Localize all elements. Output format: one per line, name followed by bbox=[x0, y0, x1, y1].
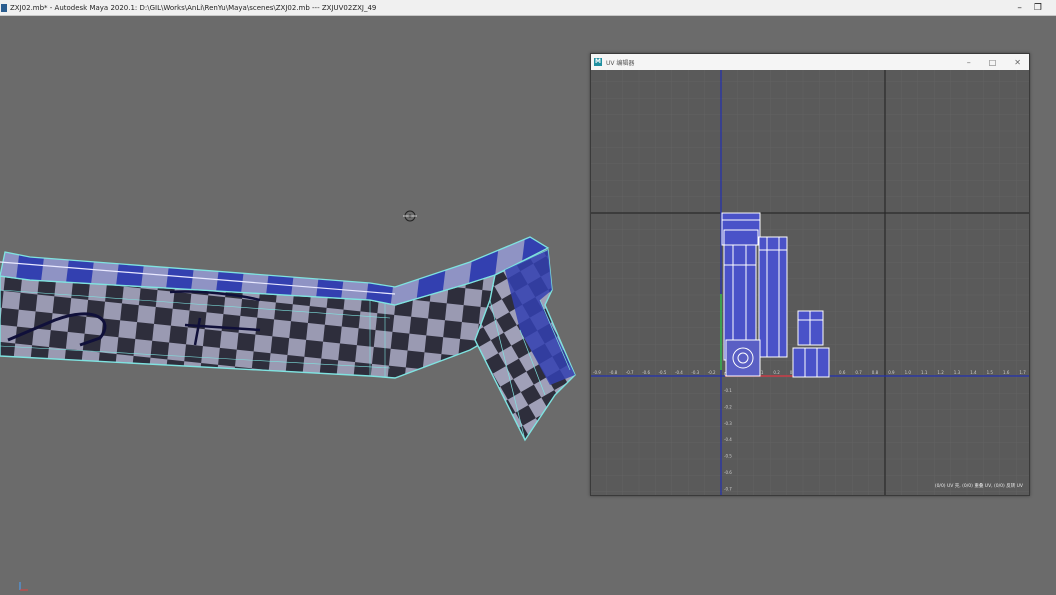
uv-horizontal-tick-label: -0.4 bbox=[675, 370, 683, 375]
maya-logo-icon: M bbox=[594, 58, 602, 66]
window-controls: – ❐ bbox=[1017, 0, 1042, 16]
uv-horizontal-tick-label: -0.8 bbox=[609, 370, 617, 375]
uv-horizontal-tick-label: 1.7 bbox=[1019, 370, 1026, 375]
uv-horizontal-tick-label: 0.2 bbox=[773, 370, 780, 375]
maya-app-icon bbox=[1, 3, 7, 12]
uv-horizontal-tick-label: 1.0 bbox=[905, 370, 912, 375]
uv-horizontal-tick-label: 1.3 bbox=[954, 370, 961, 375]
uv-horizontal-tick-label: -0.2 bbox=[708, 370, 716, 375]
camera-pivot-icon[interactable] bbox=[403, 210, 417, 222]
uv-horizontal-tick-label: -0.5 bbox=[659, 370, 667, 375]
uv-horizontal-tick-label: 0.7 bbox=[855, 370, 862, 375]
uv-vertical-tick-label: -0.3 bbox=[724, 421, 732, 426]
uv-status-text: (0/0) UV 壳, (0/0) 重叠 UV, (0/0) 反转 UV bbox=[934, 484, 1023, 489]
uv-editor-title: UV 编辑器 bbox=[606, 59, 635, 67]
uv-horizontal-tick-label: 1.5 bbox=[987, 370, 994, 375]
uv-horizontal-tick-label: 0.9 bbox=[888, 370, 895, 375]
uv-vertical-tick-label: -0.7 bbox=[724, 486, 732, 491]
uv-vertical-tick-label: -0.1 bbox=[724, 388, 732, 393]
uv-editor-controls: – □ ✕ bbox=[967, 54, 1021, 70]
uv-close-button[interactable]: ✕ bbox=[1014, 58, 1021, 67]
uv-vertical-tick-label: -0.5 bbox=[724, 454, 732, 459]
uv-horizontal-tick-label: -0.7 bbox=[626, 370, 634, 375]
window-title: ZXJ02.mb* - Autodesk Maya 2020.1: D:\GIL… bbox=[10, 3, 377, 12]
uv-horizontal-tick-label: 0.6 bbox=[839, 370, 846, 375]
view-axis-icon bbox=[19, 582, 28, 591]
uv-horizontal-tick-label: 1.1 bbox=[921, 370, 928, 375]
uv-canvas[interactable]: 0.90.80.70.60.50.40.30.20.10.0-0.1-0.2-0… bbox=[591, 70, 1029, 495]
uv-horizontal-tick-label: 1.4 bbox=[970, 370, 977, 375]
uv-editor-titlebar[interactable]: M UV 编辑器 – □ ✕ bbox=[591, 54, 1029, 71]
restore-button[interactable]: ❐ bbox=[1034, 3, 1042, 13]
uv-horizontal-tick-label: -0.3 bbox=[691, 370, 699, 375]
uv-vertical-tick-label: -0.6 bbox=[724, 470, 732, 475]
uv-horizontal-tick-label: -0.9 bbox=[593, 370, 601, 375]
uv-vertical-tick-label: -0.2 bbox=[724, 404, 732, 409]
uv-horizontal-tick-label: 1.2 bbox=[937, 370, 944, 375]
uv-horizontal-tick-label: 0.8 bbox=[872, 370, 879, 375]
uv-vertical-tick-label: -0.4 bbox=[724, 437, 732, 442]
uv-editor-window[interactable]: M UV 编辑器 – □ ✕ 0.90.80.70.60.50.40.30.20… bbox=[590, 53, 1030, 496]
uv-horizontal-tick-label: -0.6 bbox=[642, 370, 650, 375]
minimize-button[interactable]: – bbox=[1017, 3, 1022, 13]
app-titlebar: ZXJ02.mb* - Autodesk Maya 2020.1: D:\GIL… bbox=[0, 0, 1056, 16]
uv-maximize-button[interactable]: □ bbox=[989, 58, 997, 67]
uv-horizontal-tick-label: 1.6 bbox=[1003, 370, 1010, 375]
uv-minimize-button[interactable]: – bbox=[967, 58, 971, 67]
